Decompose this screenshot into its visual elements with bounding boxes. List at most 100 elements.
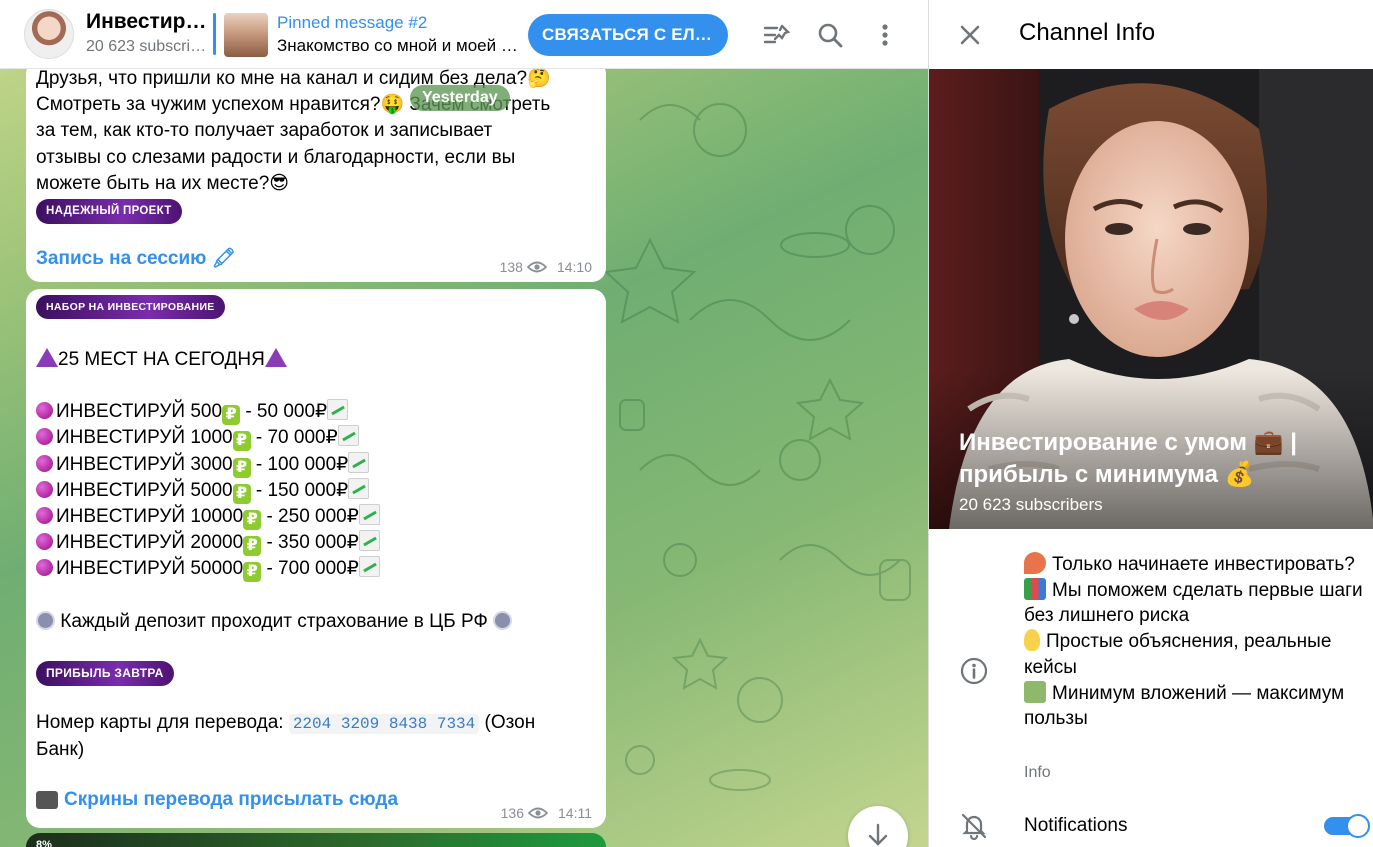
emblem-icon bbox=[493, 610, 513, 630]
info-icon bbox=[960, 657, 988, 685]
more-menu-icon[interactable] bbox=[868, 18, 902, 52]
ruble-icon: ₽ bbox=[243, 510, 262, 531]
offer-result: - 350 000₽ bbox=[261, 532, 359, 554]
ruble-icon: ₽ bbox=[222, 405, 241, 426]
money-wings-icon bbox=[1024, 680, 1046, 703]
chart-up-icon bbox=[348, 477, 370, 499]
offer-line: ИНВЕСТИРУЙ 20000 ₽ - 350 000₽ bbox=[36, 530, 596, 557]
offer-line: ИНВЕСТИРУЙ 10000 ₽ - 250 000₽ bbox=[36, 504, 596, 531]
ruble-icon: ₽ bbox=[232, 431, 251, 452]
message-line: за тем, как кто-то получает заработок и … bbox=[36, 120, 493, 142]
purple-circle-icon bbox=[36, 402, 53, 420]
chat-panel: Инвестирование с умом 20 623 subscribers… bbox=[0, 0, 928, 847]
emblem-icon bbox=[36, 610, 55, 630]
panel-title: Channel Info bbox=[1019, 19, 1156, 46]
arrow-down-icon bbox=[868, 823, 888, 846]
message-bubble[interactable]: НАБОР НА ИНВЕСТИРОВАНИЕ 25 МЕСТ НА СЕГОД… bbox=[26, 289, 606, 828]
card-prefix: Номер карты для перевода: bbox=[36, 711, 289, 733]
info-line-text: Простые объяснения, реальные кейсы bbox=[1024, 631, 1332, 678]
rocket-icon bbox=[1024, 552, 1046, 574]
message-line: Смотреть за чужим успехом нравится?🤑 Зач… bbox=[36, 94, 551, 116]
message-headline: 25 МЕСТ НА СЕГОДНЯ bbox=[58, 349, 265, 370]
ruble-icon: ₽ bbox=[243, 536, 262, 557]
insurance-line: Каждый депозит проходит страхование в ЦБ… bbox=[36, 609, 596, 635]
channel-avatar[interactable] bbox=[24, 9, 74, 59]
chart-up-icon bbox=[337, 425, 359, 447]
offer-line: ИНВЕСТИРУЙ 1000 ₽ - 70 000₽ bbox=[36, 425, 596, 452]
ruble-icon: ₽ bbox=[232, 457, 251, 478]
offer-result: - 700 000₽ bbox=[261, 558, 359, 580]
profit-tomorrow-badge: ПРИБЫЛЬ ЗАВТРА bbox=[36, 660, 174, 686]
notifications-row[interactable]: Notifications bbox=[929, 805, 1373, 847]
investment-recruitment-badge: НАБОР НА ИНВЕСТИРОВАНИЕ bbox=[36, 295, 225, 319]
purple-circle-icon bbox=[36, 507, 53, 525]
insurance-text: Каждый депозит проходит страхование в ЦБ… bbox=[60, 610, 488, 632]
channel-name[interactable]: Инвестирование с умом bbox=[86, 10, 208, 34]
ruble-icon: ₽ bbox=[232, 483, 251, 504]
info-label: Info bbox=[1024, 764, 1051, 781]
channel-full-name: Инвестирование с умом 💼 | прибыль с мини… bbox=[959, 429, 1297, 488]
card-number[interactable]: 2204 3209 8438 7334 bbox=[288, 713, 480, 734]
offer-result: - 50 000₽ bbox=[240, 401, 328, 423]
screenshots-link[interactable]: Скрины перевода присылать сюда bbox=[64, 789, 398, 810]
bar-chart-icon bbox=[1024, 577, 1046, 600]
search-icon[interactable] bbox=[813, 18, 847, 52]
offer-result: - 150 000₽ bbox=[250, 479, 349, 501]
ruble-icon: ₽ bbox=[243, 562, 262, 583]
pinned-indicator bbox=[213, 13, 216, 55]
offer-label: ИНВЕСТИРУЙ 5000 bbox=[56, 479, 233, 501]
session-link[interactable]: Запись на сессию 🖍 bbox=[36, 248, 236, 269]
purple-circle-icon bbox=[36, 533, 53, 551]
next-message-label: 8% bbox=[36, 839, 52, 847]
message-time: 14:10 bbox=[556, 259, 592, 275]
pinned-thumbnail[interactable] bbox=[224, 13, 268, 57]
offer-line: ИНВЕСТИРУЙ 5000 ₽ - 150 000₽ bbox=[36, 477, 596, 504]
info-line: Мы поможем сделать первые шаги без лишне… bbox=[1024, 577, 1364, 629]
views-count: 136 bbox=[500, 805, 524, 821]
notifications-toggle[interactable] bbox=[1324, 814, 1370, 838]
warning-icon bbox=[264, 348, 287, 367]
info-line-text: Минимум вложений — максимум пользы bbox=[1024, 682, 1345, 730]
offer-label: ИНВЕСТИРУЙ 3000 bbox=[56, 453, 233, 475]
offer-label: ИНВЕСТИРУЙ 500 bbox=[56, 401, 223, 423]
offer-label: ИНВЕСТИРУЙ 1000 bbox=[56, 427, 233, 449]
card-bank: (Озон bbox=[479, 711, 536, 733]
offer-label: ИНВЕСТИРУЙ 10000 bbox=[56, 506, 244, 528]
offer-label: ИНВЕСТИРУЙ 50000 bbox=[56, 558, 244, 580]
bell-muted-icon bbox=[961, 813, 987, 841]
offer-result: - 70 000₽ bbox=[250, 427, 338, 449]
channel-photo[interactable]: Инвестирование с умом 💼 | прибыль с мини… bbox=[929, 69, 1373, 529]
camera-icon bbox=[36, 791, 58, 810]
unpin-list-icon[interactable] bbox=[760, 18, 794, 52]
close-icon[interactable] bbox=[955, 20, 985, 50]
next-message-preview[interactable]: 8% bbox=[26, 833, 606, 847]
card-bank-line: Банк) bbox=[36, 739, 85, 761]
channel-info-panel: Channel Info Инвестирование с умом 💼 | п… bbox=[928, 0, 1373, 847]
light-bulb-icon bbox=[1024, 629, 1040, 652]
chart-up-icon bbox=[358, 556, 380, 578]
offer-line: ИНВЕСТИРУЙ 3000 ₽ - 100 000₽ bbox=[36, 451, 596, 478]
purple-circle-icon bbox=[36, 480, 53, 498]
info-line: Только начинаете инвестировать? bbox=[1024, 552, 1364, 578]
pinned-message-title[interactable]: Pinned message #2 bbox=[277, 13, 427, 33]
message-line: можете быть на их месте?😎 bbox=[36, 172, 290, 194]
purple-circle-icon bbox=[36, 454, 53, 472]
channel-subscribers: 20 623 subscribers bbox=[86, 38, 208, 55]
message-line: Друзья, что пришли ко мне на канал и сид… bbox=[36, 68, 551, 89]
info-line: Простые объяснения, реальные кейсы bbox=[1024, 629, 1364, 680]
chart-up-icon bbox=[327, 399, 349, 421]
info-line-text: Только начинаете инвестировать? bbox=[1052, 554, 1355, 575]
offer-line: ИНВЕСТИРУЙ 50000 ₽ - 700 000₽ bbox=[36, 556, 596, 583]
offer-label: ИНВЕСТИРУЙ 20000 bbox=[56, 532, 244, 554]
info-line: Минимум вложений — максимум пользы bbox=[1024, 680, 1364, 732]
offer-line: ИНВЕСТИРУЙ 500 ₽ - 50 000₽ bbox=[36, 399, 596, 426]
pinned-message-text[interactable]: Знакомство со мной и моей командой bbox=[277, 36, 525, 56]
info-line-text: Мы поможем сделать первые шаги без лишне… bbox=[1024, 579, 1363, 627]
message-meta: 136 14:11 bbox=[501, 805, 592, 821]
message-time: 14:11 bbox=[558, 805, 592, 821]
chart-up-icon bbox=[358, 504, 380, 526]
date-separator: Yesterday bbox=[410, 85, 510, 111]
contact-button[interactable]: СВЯЗАТЬСЯ С ЕЛИЗАВЕТОЙ bbox=[528, 14, 728, 56]
message-bubble[interactable]: Друзья, что пришли ко мне на канал и сид… bbox=[26, 60, 606, 282]
views-eye-icon bbox=[528, 807, 548, 819]
